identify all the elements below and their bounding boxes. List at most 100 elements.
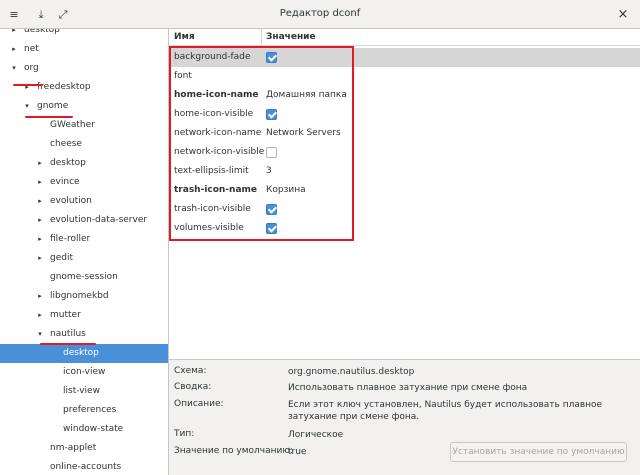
tree-item-label: list-view <box>63 386 100 396</box>
type-value: Логическое <box>288 430 344 440</box>
tree-item-net[interactable]: ▸ net <box>0 40 168 59</box>
key-value[interactable]: Домашняя папка <box>266 86 347 105</box>
key-row-home-icon-visible[interactable]: home-icon-visible <box>169 105 640 124</box>
schema-label: Схема: <box>174 366 207 376</box>
tree-item-label: desktop <box>50 158 86 168</box>
tree-item-label: libgnomekbd <box>50 291 109 301</box>
tree-item-label: evolution-data-server <box>50 215 148 225</box>
tree-item-list-view[interactable]: list-view <box>0 382 168 401</box>
tree-item-label: preferences <box>63 405 117 415</box>
tree-item-gedit[interactable]: ▸ gedit <box>0 249 168 268</box>
tree-item-icon-view[interactable]: icon-view <box>0 363 168 382</box>
schema-value: org.gnome.nautilus.desktop <box>288 367 415 377</box>
key-name: network-icon-name <box>174 128 262 138</box>
tree-item-evolution-data-server[interactable]: ▸ evolution-data-server <box>0 211 168 230</box>
value-checkbox[interactable] <box>266 223 277 234</box>
collapsed-arrow-icon[interactable]: ▸ <box>36 287 44 306</box>
description-value: Если этот ключ установлен, Nautilus буде… <box>288 400 603 422</box>
key-name: font <box>174 71 192 81</box>
tree-item-evolution[interactable]: ▸ evolution <box>0 192 168 211</box>
tree-item-org[interactable]: ▾ org <box>0 59 168 78</box>
key-value[interactable]: 3 <box>266 162 272 181</box>
tree-item-label: gnome <box>37 101 69 111</box>
value-checkbox[interactable] <box>266 109 277 120</box>
tree-item-preferences[interactable]: preferences <box>0 401 168 420</box>
collapsed-arrow-icon[interactable]: ▸ <box>36 211 44 230</box>
tree-item-window-state[interactable]: window-state <box>0 420 168 439</box>
tree-item-label: icon-view <box>63 367 106 377</box>
tree-item-libgnomekbd[interactable]: ▸ libgnomekbd <box>0 287 168 306</box>
key-name: background-fade <box>174 52 251 62</box>
key-name: home-icon-visible <box>174 109 254 119</box>
collapsed-arrow-icon[interactable]: ▸ <box>36 306 44 325</box>
key-value[interactable]: Network Servers <box>266 124 341 143</box>
tree-item-label: nautilus <box>50 329 86 339</box>
tree-item-file-roller[interactable]: ▸ file-roller <box>0 230 168 249</box>
tree-item-nautilus[interactable]: ▾ nautilus <box>0 325 168 344</box>
tree-item-mutter[interactable]: ▸ mutter <box>0 306 168 325</box>
tree-item-gnome-session[interactable]: gnome-session <box>0 268 168 287</box>
tree-item-label: desktop <box>63 348 99 358</box>
tree-item-label: file-roller <box>50 234 91 244</box>
expanded-arrow-icon[interactable]: ▾ <box>10 59 18 78</box>
collapsed-arrow-icon[interactable]: ▸ <box>36 154 44 173</box>
expanded-arrow-icon[interactable]: ▾ <box>36 325 44 344</box>
summary-label: Сводка: <box>174 382 212 392</box>
key-row-home-icon-name[interactable]: home-icon-name Домашняя папка <box>169 86 640 105</box>
key-value[interactable]: Корзина <box>266 181 306 200</box>
tree-item-nm-applet[interactable]: nm-applet <box>0 439 168 458</box>
column-header-name[interactable]: Имя <box>174 32 195 42</box>
key-row-network-icon-visible[interactable]: network-icon-visible <box>169 143 640 162</box>
close-icon[interactable]: × <box>616 8 630 22</box>
tree-item-label: window-state <box>63 424 124 434</box>
tree-item-label: GWeather <box>50 120 95 130</box>
key-row-background-fade[interactable]: background-fade <box>169 48 640 67</box>
reset-default-button[interactable]: Установить значение по умолчанию <box>450 442 627 462</box>
collapsed-arrow-icon[interactable]: ▸ <box>10 40 18 59</box>
key-row-trash-icon-visible[interactable]: trash-icon-visible <box>169 200 640 219</box>
collapsed-arrow-icon[interactable]: ▸ <box>36 192 44 211</box>
key-name: trash-icon-name <box>174 185 258 195</box>
tree-item-desktop[interactable]: ▸ desktop <box>0 154 168 173</box>
tree-item-evince[interactable]: ▸ evince <box>0 173 168 192</box>
expanded-arrow-icon[interactable]: ▾ <box>23 97 31 116</box>
default-label: Значение по умолчанию: <box>174 446 293 456</box>
tree-item-gweather[interactable]: GWeather <box>0 116 168 135</box>
key-row-network-icon-name[interactable]: network-icon-name Network Servers <box>169 124 640 143</box>
tree-item-desktop[interactable]: desktop <box>0 344 168 363</box>
tree-item-online-accounts[interactable]: online-accounts <box>0 458 168 475</box>
tree-item-gnome[interactable]: ▾ gnome <box>0 97 168 116</box>
window-title: Редактор dconf <box>279 8 361 19</box>
tree-item-label: mutter <box>50 310 81 320</box>
tree-item-cheese[interactable]: cheese <box>0 135 168 154</box>
annotation-underline-gnome <box>25 116 73 118</box>
title-bar: ≡ ⤓ ⤢ Редактор dconf × <box>0 0 640 29</box>
collapsed-arrow-icon[interactable]: ▸ <box>36 173 44 192</box>
collapsed-arrow-icon[interactable]: ▸ <box>36 249 44 268</box>
collapsed-arrow-icon[interactable]: ▸ <box>10 29 18 40</box>
tree-item-label: online-accounts <box>50 462 122 472</box>
value-checkbox[interactable] <box>266 147 277 158</box>
key-row-font[interactable]: font <box>169 67 640 86</box>
value-checkbox[interactable] <box>266 204 277 215</box>
tree-item-label: nm-applet <box>50 443 97 453</box>
annotation-underline-org <box>13 84 43 86</box>
tree-item-label: gnome-session <box>50 272 118 282</box>
annotation-underline-nautilus <box>40 343 96 345</box>
tree-item-label: cheese <box>50 139 82 149</box>
collapsed-arrow-icon[interactable]: ▸ <box>36 230 44 249</box>
table-header: Имя Значение <box>169 29 640 46</box>
tree-item-label: freedesktop <box>37 82 91 92</box>
key-row-volumes-visible[interactable]: volumes-visible <box>169 219 640 238</box>
value-checkbox[interactable] <box>266 52 277 63</box>
key-name: volumes-visible <box>174 223 244 233</box>
collapsed-arrow-icon[interactable]: ▸ <box>23 78 31 97</box>
column-header-value[interactable]: Значение <box>266 32 316 42</box>
tree-item-freedesktop[interactable]: ▸ freedesktop <box>0 78 168 97</box>
summary-value: Использовать плавное затухание при смене… <box>288 383 528 393</box>
tree-item-desktop[interactable]: ▸ desktop <box>0 29 168 40</box>
key-name: trash-icon-visible <box>174 204 251 214</box>
key-name: network-icon-visible <box>174 147 265 157</box>
key-row-text-ellipsis-limit[interactable]: text-ellipsis-limit 3 <box>169 162 640 181</box>
key-row-trash-icon-name[interactable]: trash-icon-name Корзина <box>169 181 640 200</box>
